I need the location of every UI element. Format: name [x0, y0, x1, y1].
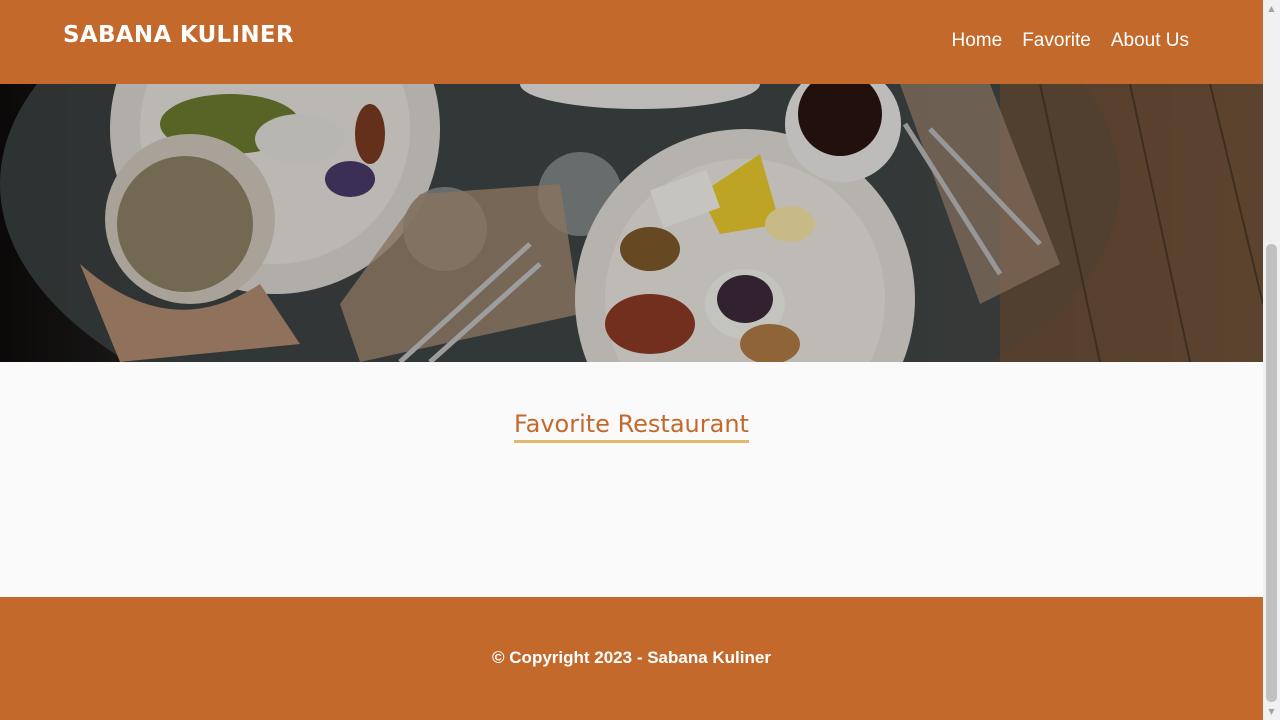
app-footer: © Copyright 2023 - Sabana Kuliner	[0, 597, 1263, 720]
page-scrollbar[interactable]: ▲ ▼	[1263, 0, 1280, 720]
hero-image	[0, 84, 1263, 362]
section-title-text: Favorite Restaurant	[514, 410, 749, 443]
favorite-section: Favorite Restaurant	[0, 362, 1263, 597]
scrollbar-thumb[interactable]	[1266, 244, 1277, 702]
nav-favorite-link[interactable]: Favorite	[1022, 30, 1091, 52]
nav-about-us-link[interactable]: About Us	[1111, 30, 1189, 52]
scroll-up-arrow-icon[interactable]: ▲	[1263, 0, 1280, 17]
hero-food-illustration	[0, 84, 1263, 362]
scroll-down-arrow-icon[interactable]: ▼	[1263, 703, 1280, 720]
section-title: Favorite Restaurant	[0, 410, 1263, 443]
copyright-text: © Copyright 2023 - Sabana Kuliner	[492, 648, 771, 667]
brand-logo[interactable]: SABANA KULINER	[63, 22, 294, 48]
nav-home-link[interactable]: Home	[952, 30, 1003, 52]
page: SABANA KULINER Home Favorite About Us Fa…	[0, 0, 1263, 720]
app-header: SABANA KULINER Home Favorite About Us	[0, 0, 1263, 84]
main-nav: Home Favorite About Us	[952, 30, 1189, 52]
